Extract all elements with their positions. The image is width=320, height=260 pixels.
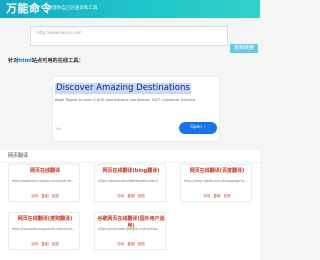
tools-heading-prefix: 针对 [8,58,19,64]
visit-link[interactable]: 访问 [117,194,124,198]
feedback-link[interactable]: 反馈 [52,194,59,198]
header-bar: 万能命令 创建你自己的查询和工具 [0,0,260,18]
visit-link[interactable]: 访问 [31,242,38,246]
tool-card-actions: 访问 复制 反馈 [9,242,81,247]
copy-link[interactable]: 复制 [127,194,134,198]
tools-heading: 针对html站点可用的在线工具： [8,57,84,65]
tool-card-url: https://www.translatetheweb.com/?... [98,179,162,183]
tool-card[interactable]: 谷歌网页在线翻译(国外用户适用) https://translate.googl… [94,212,166,250]
copy-link[interactable]: 复制 [41,242,48,246]
tool-card[interactable]: 网页在线翻译(搜狗翻译) http://translate.sogoucdn.c… [8,212,80,250]
tool-card[interactable]: 网页在线翻译(bing翻译) https://www.translatethew… [94,164,166,202]
ad-banner[interactable]: Discover Amazing Destinations Book fligh… [52,76,220,142]
ad-brand: Trip [55,127,62,131]
tool-card-actions: 访问 复制 反馈 [95,242,167,247]
section-title: 网页翻译 [8,153,29,159]
url-input[interactable]: http://www.xxxxx.com [30,26,228,46]
brand-tagline: 创建你自己的查询和工具 [48,6,98,11]
visit-link[interactable]: 访问 [31,194,38,198]
feedback-link[interactable]: 反馈 [52,242,59,246]
tool-card-url: http://webtrans.yodao.com/webTra... [12,179,75,183]
copy-link[interactable]: 复制 [127,242,134,246]
ad-open-button[interactable]: Open › [179,122,217,134]
tool-card-title[interactable]: 网页在线翻译(bing翻译) [95,168,167,175]
tool-card-title[interactable]: 网页在线翻译(百度翻译) [181,168,253,175]
tools-heading-site: html [18,58,32,64]
ad-description: Book flights to over 5,000 destinations … [55,97,196,102]
ad-title[interactable]: Discover Amazing Destinations [55,83,191,94]
copy-link-button[interactable]: 复制链接 [230,44,258,53]
feedback-link[interactable]: 反馈 [224,194,231,198]
tool-card-actions: 访问 复制 反馈 [181,194,253,199]
brand-logo[interactable]: 万能命令 [6,1,52,17]
tool-card[interactable]: 网页在线翻译 http://webtrans.yodao.com/webTra.… [8,164,80,202]
tool-card-url: https://translate.google.cn/translat... [98,227,161,231]
visit-link[interactable]: 访问 [203,194,210,198]
tool-card[interactable]: 网页在线翻译(百度翻译) http://fanyi.baidu.com/tran… [180,164,252,202]
chevron-right-icon: › [204,125,206,130]
tool-card-actions: 访问 复制 反馈 [95,194,167,199]
copy-link[interactable]: 复制 [41,194,48,198]
url-input-value: http://www.xxxxx.com [37,30,82,35]
visit-link[interactable]: 访问 [117,242,124,246]
tool-card-title[interactable]: 网页在线翻译 [9,168,81,175]
feedback-link[interactable]: 反馈 [138,194,145,198]
copy-link[interactable]: 复制 [213,194,220,198]
ad-open-label: Open [190,125,203,130]
tool-card-actions: 访问 复制 反馈 [9,194,81,199]
translate-section: 网页翻译 网页在线翻译 http://webtrans.yodao.com/we… [0,150,260,260]
tool-card-title[interactable]: 网页在线翻译(搜狗翻译) [9,216,81,223]
tool-card-url: http://fanyi.baidu.com/transpage?q... [184,179,248,183]
tool-card-url: http://translate.sogoucdn.com/pcvt... [12,227,76,231]
section-divider [0,162,260,163]
feedback-link[interactable]: 反馈 [138,242,145,246]
tools-heading-suffix: 站点可用的在线工具： [31,58,84,64]
